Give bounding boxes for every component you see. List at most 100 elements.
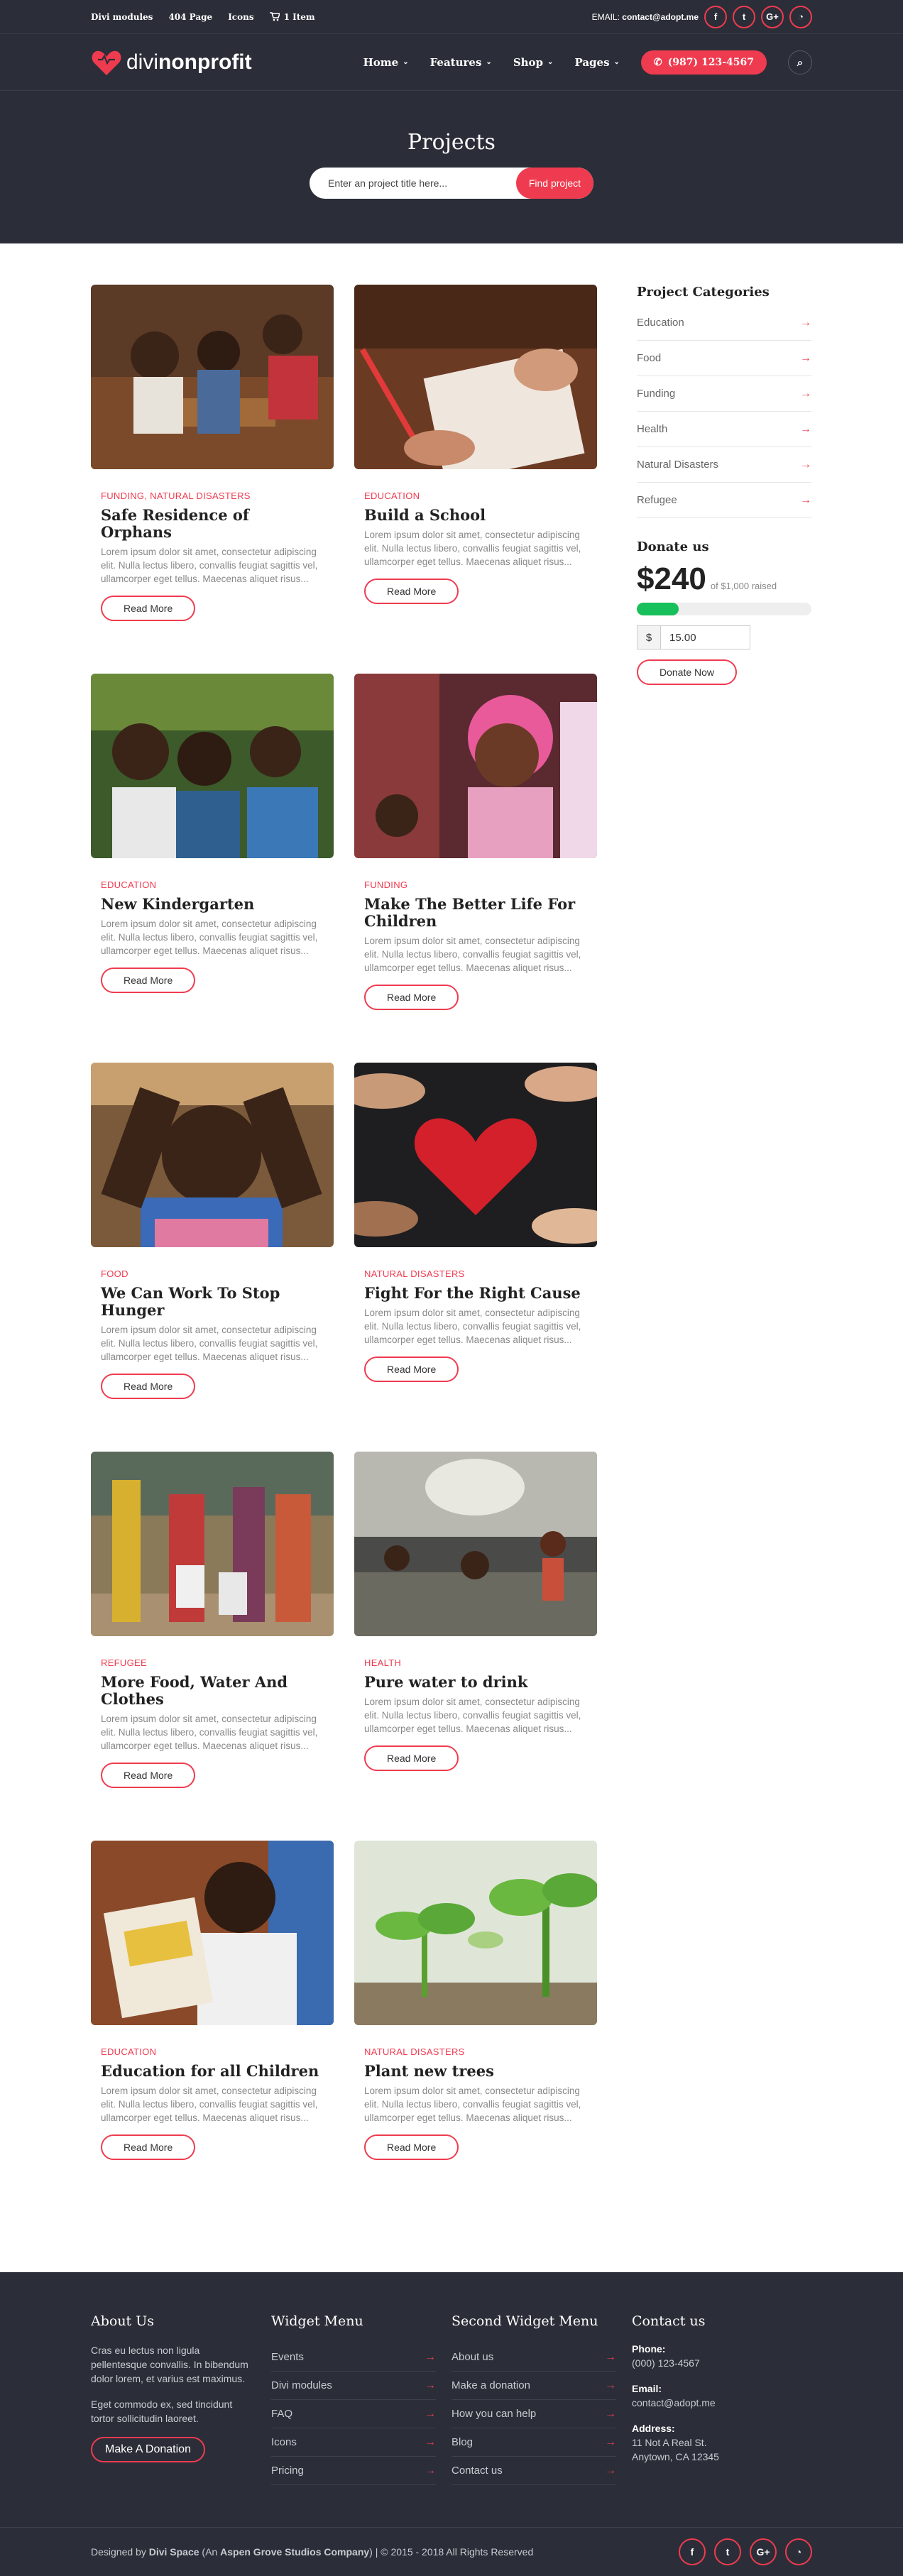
nav-pages-label: Pages <box>574 55 610 69</box>
logo-text-light: divi <box>126 50 159 74</box>
project-image[interactable] <box>91 674 334 858</box>
project-card: NATURAL DISASTERS Plant new trees Lorem … <box>354 1841 597 2230</box>
chevron-down-icon: ⌄ <box>486 58 492 66</box>
footer-link-events[interactable]: Events → <box>271 2343 436 2372</box>
category-item-food[interactable]: Food → <box>637 341 811 376</box>
project-category[interactable]: FUNDING, NATURAL DISASTERS <box>101 490 324 501</box>
project-title[interactable]: Education for all Children <box>101 2063 324 2080</box>
read-more-button[interactable]: Read More <box>101 968 196 993</box>
rss-icon[interactable]: ◔ <box>785 2538 812 2565</box>
cart-link[interactable]: 1 Item <box>269 12 315 22</box>
donate-widget: Donate us $240 of $1,000 raised $ Donate… <box>637 539 811 685</box>
project-image[interactable] <box>91 285 334 469</box>
footer-link-make-donation[interactable]: Make a donation → <box>452 2372 616 2400</box>
twitter-icon[interactable]: t <box>733 5 755 28</box>
project-title[interactable]: Build a School <box>364 507 587 524</box>
read-more-button[interactable]: Read More <box>101 1763 196 1788</box>
read-more-button[interactable]: Read More <box>364 1745 459 1771</box>
project-excerpt: Lorem ipsum dolor sit amet, consectetur … <box>101 2086 318 2123</box>
donate-now-button[interactable]: Donate Now <box>637 659 738 685</box>
project-image[interactable] <box>354 1452 597 1636</box>
project-image[interactable] <box>354 674 597 858</box>
footer-link-icons[interactable]: Icons → <box>271 2428 436 2457</box>
read-more-button[interactable]: Read More <box>364 2134 459 2160</box>
footer-about: About Us Cras eu lectus non ligula pelle… <box>91 2313 271 2485</box>
project-excerpt: Lorem ipsum dolor sit amet, consectetur … <box>364 936 581 973</box>
phone-value[interactable]: (000) 123-4567 <box>632 2356 812 2370</box>
donation-amount-input[interactable] <box>661 625 750 650</box>
phone-icon: ✆ <box>653 56 662 68</box>
footer-link-faq[interactable]: FAQ → <box>271 2400 436 2428</box>
category-label: Health <box>637 423 668 435</box>
project-category[interactable]: EDUCATION <box>101 2046 324 2057</box>
arrow-right-icon: → <box>605 2350 616 2363</box>
project-category[interactable]: EDUCATION <box>101 879 324 890</box>
top-link-icons[interactable]: Icons <box>228 12 253 22</box>
twitter-icon[interactable]: t <box>714 2538 741 2565</box>
project-search-input[interactable] <box>310 177 516 189</box>
project-image[interactable] <box>354 1841 597 2025</box>
footer-link-pricing[interactable]: Pricing → <box>271 2457 436 2485</box>
project-image[interactable] <box>354 285 597 469</box>
read-more-button[interactable]: Read More <box>364 579 459 604</box>
nav-home[interactable]: Home ⌄ <box>363 56 409 69</box>
project-category[interactable]: FOOD <box>101 1268 324 1279</box>
nav-home-label: Home <box>363 55 399 69</box>
footer-link-label: Pricing <box>271 2465 304 2477</box>
project-title[interactable]: Fight For the Right Cause <box>364 1285 587 1302</box>
footer-link-divi-modules[interactable]: Divi modules → <box>271 2372 436 2400</box>
project-title[interactable]: Pure water to drink <box>364 1674 587 1691</box>
project-excerpt: Lorem ipsum dolor sit amet, consectetur … <box>101 547 318 584</box>
read-more-button[interactable]: Read More <box>101 596 196 621</box>
project-image[interactable] <box>354 1063 597 1247</box>
project-category[interactable]: HEALTH <box>364 1657 587 1668</box>
project-category[interactable]: NATURAL DISASTERS <box>364 2046 587 2057</box>
top-link-divi-modules[interactable]: Divi modules <box>91 12 153 22</box>
nav-features[interactable]: Features ⌄ <box>430 56 492 69</box>
footer-link-blog[interactable]: Blog → <box>452 2428 616 2457</box>
category-item-education[interactable]: Education → <box>637 305 811 341</box>
find-project-button[interactable]: Find project <box>515 168 593 199</box>
site-logo[interactable]: divinonprofit <box>91 48 252 77</box>
project-category[interactable]: REFUGEE <box>101 1657 324 1668</box>
project-title[interactable]: Safe Residence of Orphans <box>101 507 324 541</box>
nav-pages[interactable]: Pages ⌄ <box>574 56 619 69</box>
rss-icon[interactable]: ◔ <box>789 5 812 28</box>
google-plus-icon[interactable]: G+ <box>761 5 784 28</box>
category-item-refugee[interactable]: Refugee → <box>637 483 811 518</box>
footer-link-about-us[interactable]: About us → <box>452 2343 616 2372</box>
read-more-button[interactable]: Read More <box>101 2134 196 2160</box>
email-value[interactable]: contact@adopt.me <box>632 2396 812 2410</box>
project-category[interactable]: FUNDING <box>364 879 587 890</box>
project-image[interactable] <box>91 1063 334 1247</box>
read-more-button[interactable]: Read More <box>364 1356 459 1382</box>
make-donation-button[interactable]: Make A Donation <box>91 2437 205 2462</box>
category-item-health[interactable]: Health → <box>637 412 811 447</box>
footer-link-contact-us[interactable]: Contact us → <box>452 2457 616 2485</box>
copyright-company[interactable]: Aspen Grove Studios Company <box>220 2546 369 2558</box>
top-email[interactable]: EMAIL: contact@adopt.me <box>592 12 699 22</box>
copyright-brand[interactable]: Divi Space <box>149 2546 199 2558</box>
facebook-icon[interactable]: f <box>704 5 727 28</box>
project-category[interactable]: EDUCATION <box>364 490 587 501</box>
top-link-404[interactable]: 404 Page <box>168 12 212 22</box>
project-title[interactable]: We Can Work To Stop Hunger <box>101 1285 324 1319</box>
category-item-natural-disasters[interactable]: Natural Disasters → <box>637 447 811 483</box>
project-image[interactable] <box>91 1452 334 1636</box>
project-title[interactable]: Plant new trees <box>364 2063 587 2080</box>
google-plus-icon[interactable]: G+ <box>750 2538 777 2565</box>
project-title[interactable]: More Food, Water And Clothes <box>101 1674 324 1708</box>
search-icon[interactable]: ⌕ <box>788 50 812 75</box>
category-item-funding[interactable]: Funding → <box>637 376 811 412</box>
project-image[interactable] <box>91 1841 334 2025</box>
read-more-button[interactable]: Read More <box>364 985 459 1010</box>
project-title[interactable]: Make The Better Life For Children <box>364 896 587 930</box>
project-title[interactable]: New Kindergarten <box>101 896 324 913</box>
footer-link-how-help[interactable]: How you can help → <box>452 2400 616 2428</box>
project-category[interactable]: NATURAL DISASTERS <box>364 1268 587 1279</box>
facebook-icon[interactable]: f <box>679 2538 706 2565</box>
cart-icon <box>269 12 280 21</box>
read-more-button[interactable]: Read More <box>101 1374 196 1399</box>
phone-button[interactable]: ✆ (987) 123-4567 <box>640 50 767 75</box>
nav-shop[interactable]: Shop ⌄ <box>513 56 554 69</box>
